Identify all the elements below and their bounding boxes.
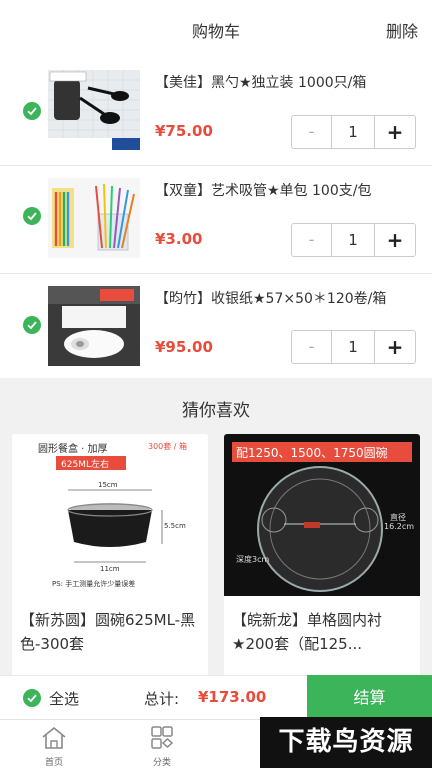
item-title[interactable]: 【美佳】黑勺★独立装 1000只/箱 [155,72,405,92]
product-image[interactable]: 圆形餐盒 · 加厚 300套 / 箱 625ML左右 15cm 5.5cm 11… [12,434,208,596]
check-icon [27,212,37,221]
image-caption: 11cm [100,565,120,573]
cart-item: 【双童】艺术吸管★单包 100支/包 ¥3.00 - 1 + [0,166,432,274]
image-caption: 5.5cm [164,522,186,530]
quantity-stepper: - 1 + [291,330,416,364]
check-icon [27,694,37,703]
product-thumbnail[interactable] [48,286,140,366]
image-banner: 配1250、1500、1750圆碗 [236,446,388,460]
recommend-name[interactable]: 【皖新龙】单格圆内衬★200套（配125... [232,608,414,656]
select-all-checkbox[interactable] [23,689,41,707]
item-title[interactable]: 【双童】艺术吸管★单包 100支/包 [155,180,405,200]
grid-icon [151,726,174,749]
recommend-card[interactable]: 配1250、1500、1750圆碗 直径 16.2cm 深度3cm 【皖新龙】单… [224,434,420,684]
watermark: 下载鸟资源 [260,717,432,768]
item-checkbox[interactable] [23,207,41,225]
quantity-stepper: - 1 + [291,115,416,149]
image-caption: 300套 / 箱 [148,442,188,451]
product-thumbnail[interactable] [48,178,140,258]
tab-home[interactable]: 首页 [4,720,104,768]
decrease-button[interactable]: - [292,116,332,148]
cart-screen: 购物车 删除 【美佳】黑勺★独立装 1000只/箱 ¥75.00 - 1 + 【… [0,0,432,768]
tab-label: 分类 [152,758,171,768]
recommend-name[interactable]: 【新苏圆】圆碗625ML-黑色-300套 [20,608,202,656]
image-caption: 圆形餐盒 · 加厚 [38,444,108,455]
recommend-title: 猜你喜欢 [182,401,250,421]
total-label: 总计: [144,690,180,708]
cart-item: 【昀竹】收银纸★57×50＊120卷/箱 ¥95.00 - 1 + [0,274,432,382]
quantity-value[interactable]: 1 [332,331,375,363]
item-price: ¥95.00 [155,338,213,356]
image-caption: 深度3cm [236,555,270,564]
tab-label: 首页 [44,758,63,768]
header: 购物车 删除 [0,0,432,60]
decrease-button[interactable]: - [292,331,332,363]
decrease-button[interactable]: - [292,224,332,256]
cart-item: 【美佳】黑勺★独立装 1000只/箱 ¥75.00 - 1 + [0,58,432,166]
page-title: 购物车 [191,22,240,41]
product-image[interactable]: 配1250、1500、1750圆碗 直径 16.2cm 深度3cm [224,434,420,596]
image-badge: 625ML左右 [61,460,109,470]
checkout-button[interactable]: 结算 [307,675,432,720]
home-icon [42,726,66,749]
item-checkbox[interactable] [23,102,41,120]
image-caption: 16.2cm [384,522,415,531]
increase-button[interactable]: + [375,331,415,363]
item-price: ¥3.00 [155,230,203,248]
delete-button[interactable]: 删除 [386,18,418,42]
tab-category[interactable]: 分类 [112,720,212,768]
check-icon [27,107,37,116]
item-checkbox[interactable] [23,316,41,334]
total-price: ¥173.00 [198,688,267,706]
recommend-card[interactable]: 圆形餐盒 · 加厚 300套 / 箱 625ML左右 15cm 5.5cm 11… [12,434,208,684]
checkout-bar: 全选 总计: ¥173.00 结算 [0,675,432,720]
quantity-value[interactable]: 1 [332,116,375,148]
image-caption: PS: 手工测量允许少量误差 [52,580,136,588]
increase-button[interactable]: + [375,224,415,256]
increase-button[interactable]: + [375,116,415,148]
image-caption: 15cm [98,481,118,489]
quantity-stepper: - 1 + [291,223,416,257]
product-thumbnail[interactable] [48,70,140,150]
recommend-section: 猜你喜欢 圆形餐盒 · 加厚 300套 / 箱 625ML左右 15cm 5.5… [0,378,432,684]
item-price: ¥75.00 [155,122,213,140]
item-title[interactable]: 【昀竹】收银纸★57×50＊120卷/箱 [155,288,405,308]
check-icon [27,321,37,330]
select-all-label[interactable]: 全选 [49,688,79,709]
quantity-value[interactable]: 1 [332,224,375,256]
